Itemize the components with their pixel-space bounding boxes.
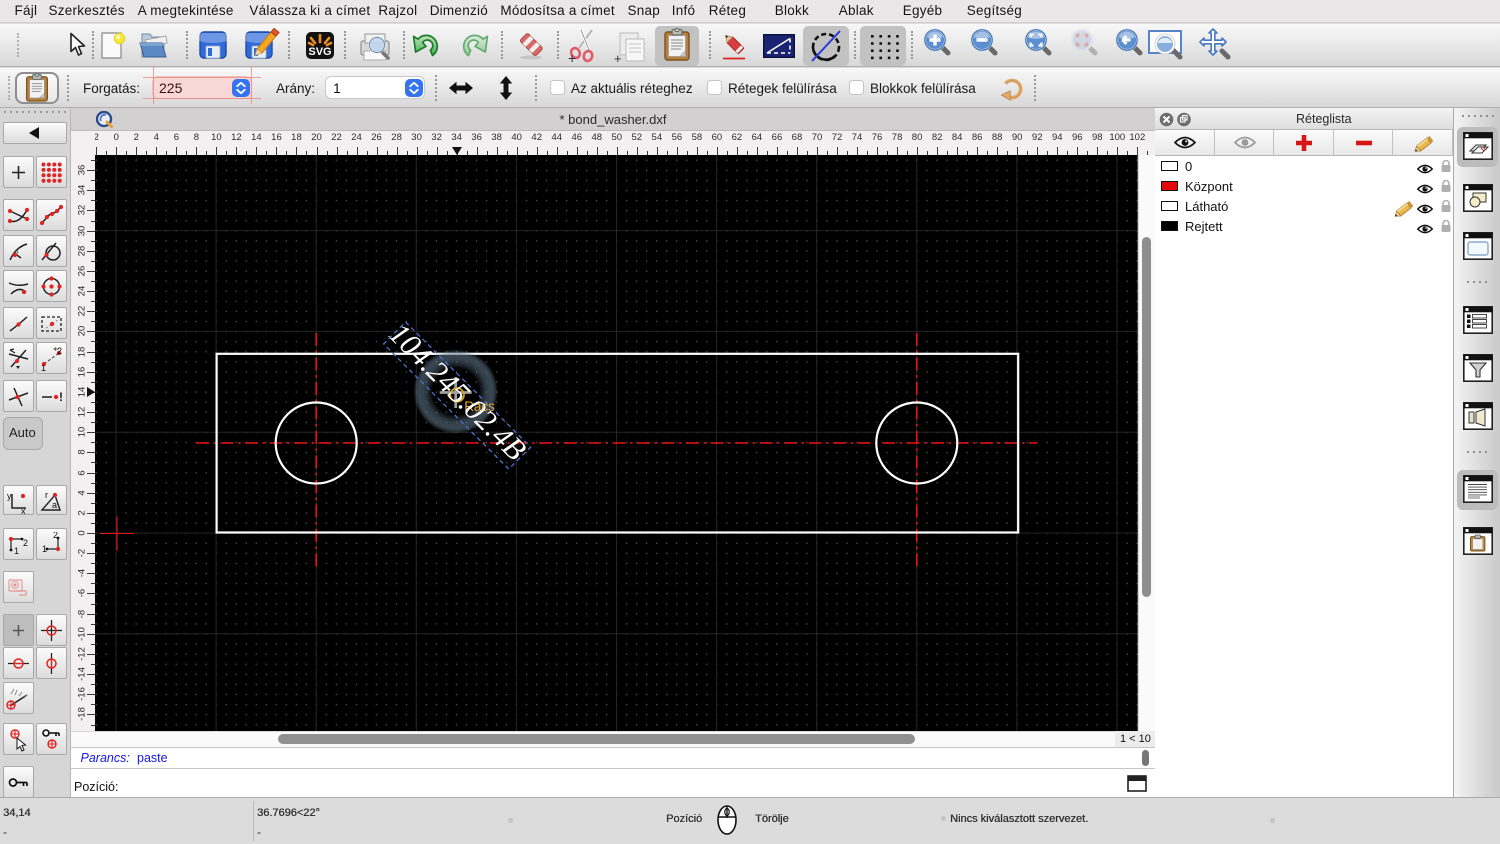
svg-text:!: ! bbox=[59, 390, 63, 404]
svg-text:2: 2 bbox=[23, 538, 28, 548]
svg-text:1: 1 bbox=[42, 544, 47, 554]
svg-text:+: + bbox=[614, 51, 622, 64]
svg-text:r: r bbox=[45, 490, 48, 500]
svg-text:1: 1 bbox=[41, 363, 46, 371]
svg-text:2: 2 bbox=[53, 532, 58, 540]
svg-text:+: + bbox=[568, 50, 576, 65]
svg-text:1: 1 bbox=[14, 546, 19, 556]
svg-text:2: 2 bbox=[57, 346, 62, 356]
svg-text:y: y bbox=[7, 491, 12, 501]
svg-text:a: a bbox=[52, 500, 57, 510]
svg-text:SVG: SVG bbox=[308, 46, 331, 58]
svg-text:x: x bbox=[21, 506, 26, 514]
